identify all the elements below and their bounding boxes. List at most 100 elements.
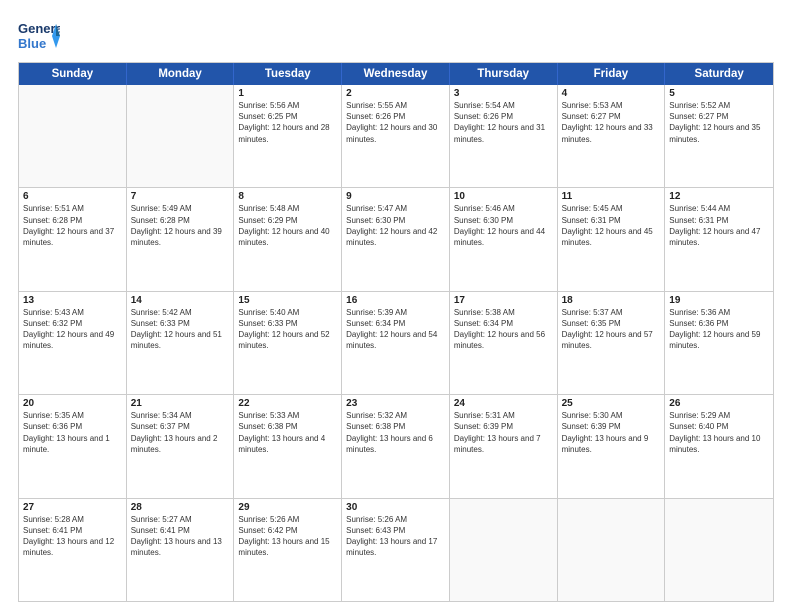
day-number: 15	[238, 295, 337, 306]
day-info: Sunrise: 5:31 AM Sunset: 6:39 PM Dayligh…	[454, 410, 553, 455]
empty-cell	[558, 499, 666, 601]
day-info: Sunrise: 5:44 AM Sunset: 6:31 PM Dayligh…	[669, 203, 769, 248]
day-info: Sunrise: 5:51 AM Sunset: 6:28 PM Dayligh…	[23, 203, 122, 248]
day-number: 19	[669, 295, 769, 306]
day-cell-1: 1Sunrise: 5:56 AM Sunset: 6:25 PM Daylig…	[234, 85, 342, 187]
day-info: Sunrise: 5:33 AM Sunset: 6:38 PM Dayligh…	[238, 410, 337, 455]
day-info: Sunrise: 5:28 AM Sunset: 6:41 PM Dayligh…	[23, 514, 122, 559]
day-number: 10	[454, 191, 553, 202]
page: General Blue SundayMondayTuesdayWednesda…	[0, 0, 792, 612]
day-cell-15: 15Sunrise: 5:40 AM Sunset: 6:33 PM Dayli…	[234, 292, 342, 394]
day-info: Sunrise: 5:27 AM Sunset: 6:41 PM Dayligh…	[131, 514, 230, 559]
day-number: 9	[346, 191, 445, 202]
day-info: Sunrise: 5:55 AM Sunset: 6:26 PM Dayligh…	[346, 100, 445, 145]
day-cell-7: 7Sunrise: 5:49 AM Sunset: 6:28 PM Daylig…	[127, 188, 235, 290]
header: General Blue	[18, 18, 774, 54]
day-cell-30: 30Sunrise: 5:26 AM Sunset: 6:43 PM Dayli…	[342, 499, 450, 601]
week-row-3: 13Sunrise: 5:43 AM Sunset: 6:32 PM Dayli…	[19, 292, 773, 395]
day-number: 24	[454, 398, 553, 409]
day-cell-9: 9Sunrise: 5:47 AM Sunset: 6:30 PM Daylig…	[342, 188, 450, 290]
calendar-header: SundayMondayTuesdayWednesdayThursdayFrid…	[19, 63, 773, 85]
day-header-wednesday: Wednesday	[342, 63, 450, 85]
day-info: Sunrise: 5:53 AM Sunset: 6:27 PM Dayligh…	[562, 100, 661, 145]
day-cell-8: 8Sunrise: 5:48 AM Sunset: 6:29 PM Daylig…	[234, 188, 342, 290]
day-number: 29	[238, 502, 337, 513]
day-info: Sunrise: 5:47 AM Sunset: 6:30 PM Dayligh…	[346, 203, 445, 248]
day-header-sunday: Sunday	[19, 63, 127, 85]
day-cell-20: 20Sunrise: 5:35 AM Sunset: 6:36 PM Dayli…	[19, 395, 127, 497]
logo: General Blue	[18, 18, 60, 54]
day-number: 7	[131, 191, 230, 202]
day-info: Sunrise: 5:38 AM Sunset: 6:34 PM Dayligh…	[454, 307, 553, 352]
week-row-4: 20Sunrise: 5:35 AM Sunset: 6:36 PM Dayli…	[19, 395, 773, 498]
day-number: 12	[669, 191, 769, 202]
day-cell-18: 18Sunrise: 5:37 AM Sunset: 6:35 PM Dayli…	[558, 292, 666, 394]
day-info: Sunrise: 5:32 AM Sunset: 6:38 PM Dayligh…	[346, 410, 445, 455]
day-number: 5	[669, 88, 769, 99]
day-info: Sunrise: 5:54 AM Sunset: 6:26 PM Dayligh…	[454, 100, 553, 145]
week-row-2: 6Sunrise: 5:51 AM Sunset: 6:28 PM Daylig…	[19, 188, 773, 291]
day-cell-2: 2Sunrise: 5:55 AM Sunset: 6:26 PM Daylig…	[342, 85, 450, 187]
day-number: 22	[238, 398, 337, 409]
day-number: 20	[23, 398, 122, 409]
day-cell-21: 21Sunrise: 5:34 AM Sunset: 6:37 PM Dayli…	[127, 395, 235, 497]
day-info: Sunrise: 5:39 AM Sunset: 6:34 PM Dayligh…	[346, 307, 445, 352]
day-cell-11: 11Sunrise: 5:45 AM Sunset: 6:31 PM Dayli…	[558, 188, 666, 290]
day-cell-13: 13Sunrise: 5:43 AM Sunset: 6:32 PM Dayli…	[19, 292, 127, 394]
day-cell-29: 29Sunrise: 5:26 AM Sunset: 6:42 PM Dayli…	[234, 499, 342, 601]
day-cell-22: 22Sunrise: 5:33 AM Sunset: 6:38 PM Dayli…	[234, 395, 342, 497]
day-cell-16: 16Sunrise: 5:39 AM Sunset: 6:34 PM Dayli…	[342, 292, 450, 394]
day-info: Sunrise: 5:49 AM Sunset: 6:28 PM Dayligh…	[131, 203, 230, 248]
day-cell-17: 17Sunrise: 5:38 AM Sunset: 6:34 PM Dayli…	[450, 292, 558, 394]
day-info: Sunrise: 5:46 AM Sunset: 6:30 PM Dayligh…	[454, 203, 553, 248]
day-info: Sunrise: 5:37 AM Sunset: 6:35 PM Dayligh…	[562, 307, 661, 352]
day-number: 1	[238, 88, 337, 99]
day-info: Sunrise: 5:26 AM Sunset: 6:42 PM Dayligh…	[238, 514, 337, 559]
calendar-body: 1Sunrise: 5:56 AM Sunset: 6:25 PM Daylig…	[19, 85, 773, 601]
empty-cell	[450, 499, 558, 601]
day-cell-12: 12Sunrise: 5:44 AM Sunset: 6:31 PM Dayli…	[665, 188, 773, 290]
day-info: Sunrise: 5:45 AM Sunset: 6:31 PM Dayligh…	[562, 203, 661, 248]
day-header-friday: Friday	[558, 63, 666, 85]
day-number: 14	[131, 295, 230, 306]
day-info: Sunrise: 5:26 AM Sunset: 6:43 PM Dayligh…	[346, 514, 445, 559]
day-cell-5: 5Sunrise: 5:52 AM Sunset: 6:27 PM Daylig…	[665, 85, 773, 187]
day-number: 18	[562, 295, 661, 306]
week-row-5: 27Sunrise: 5:28 AM Sunset: 6:41 PM Dayli…	[19, 499, 773, 601]
day-number: 6	[23, 191, 122, 202]
day-number: 26	[669, 398, 769, 409]
day-info: Sunrise: 5:48 AM Sunset: 6:29 PM Dayligh…	[238, 203, 337, 248]
day-number: 28	[131, 502, 230, 513]
empty-cell	[127, 85, 235, 187]
week-row-1: 1Sunrise: 5:56 AM Sunset: 6:25 PM Daylig…	[19, 85, 773, 188]
day-number: 23	[346, 398, 445, 409]
day-number: 30	[346, 502, 445, 513]
day-header-tuesday: Tuesday	[234, 63, 342, 85]
day-number: 13	[23, 295, 122, 306]
day-number: 2	[346, 88, 445, 99]
empty-cell	[19, 85, 127, 187]
day-number: 27	[23, 502, 122, 513]
day-header-monday: Monday	[127, 63, 235, 85]
day-number: 17	[454, 295, 553, 306]
day-cell-27: 27Sunrise: 5:28 AM Sunset: 6:41 PM Dayli…	[19, 499, 127, 601]
day-info: Sunrise: 5:36 AM Sunset: 6:36 PM Dayligh…	[669, 307, 769, 352]
day-number: 8	[238, 191, 337, 202]
day-info: Sunrise: 5:42 AM Sunset: 6:33 PM Dayligh…	[131, 307, 230, 352]
day-number: 3	[454, 88, 553, 99]
day-header-thursday: Thursday	[450, 63, 558, 85]
empty-cell	[665, 499, 773, 601]
day-number: 16	[346, 295, 445, 306]
day-info: Sunrise: 5:40 AM Sunset: 6:33 PM Dayligh…	[238, 307, 337, 352]
day-info: Sunrise: 5:43 AM Sunset: 6:32 PM Dayligh…	[23, 307, 122, 352]
logo-icon: General Blue	[18, 18, 60, 54]
day-info: Sunrise: 5:34 AM Sunset: 6:37 PM Dayligh…	[131, 410, 230, 455]
day-cell-25: 25Sunrise: 5:30 AM Sunset: 6:39 PM Dayli…	[558, 395, 666, 497]
day-number: 11	[562, 191, 661, 202]
day-info: Sunrise: 5:35 AM Sunset: 6:36 PM Dayligh…	[23, 410, 122, 455]
day-info: Sunrise: 5:52 AM Sunset: 6:27 PM Dayligh…	[669, 100, 769, 145]
day-cell-19: 19Sunrise: 5:36 AM Sunset: 6:36 PM Dayli…	[665, 292, 773, 394]
day-cell-3: 3Sunrise: 5:54 AM Sunset: 6:26 PM Daylig…	[450, 85, 558, 187]
day-info: Sunrise: 5:56 AM Sunset: 6:25 PM Dayligh…	[238, 100, 337, 145]
day-cell-14: 14Sunrise: 5:42 AM Sunset: 6:33 PM Dayli…	[127, 292, 235, 394]
